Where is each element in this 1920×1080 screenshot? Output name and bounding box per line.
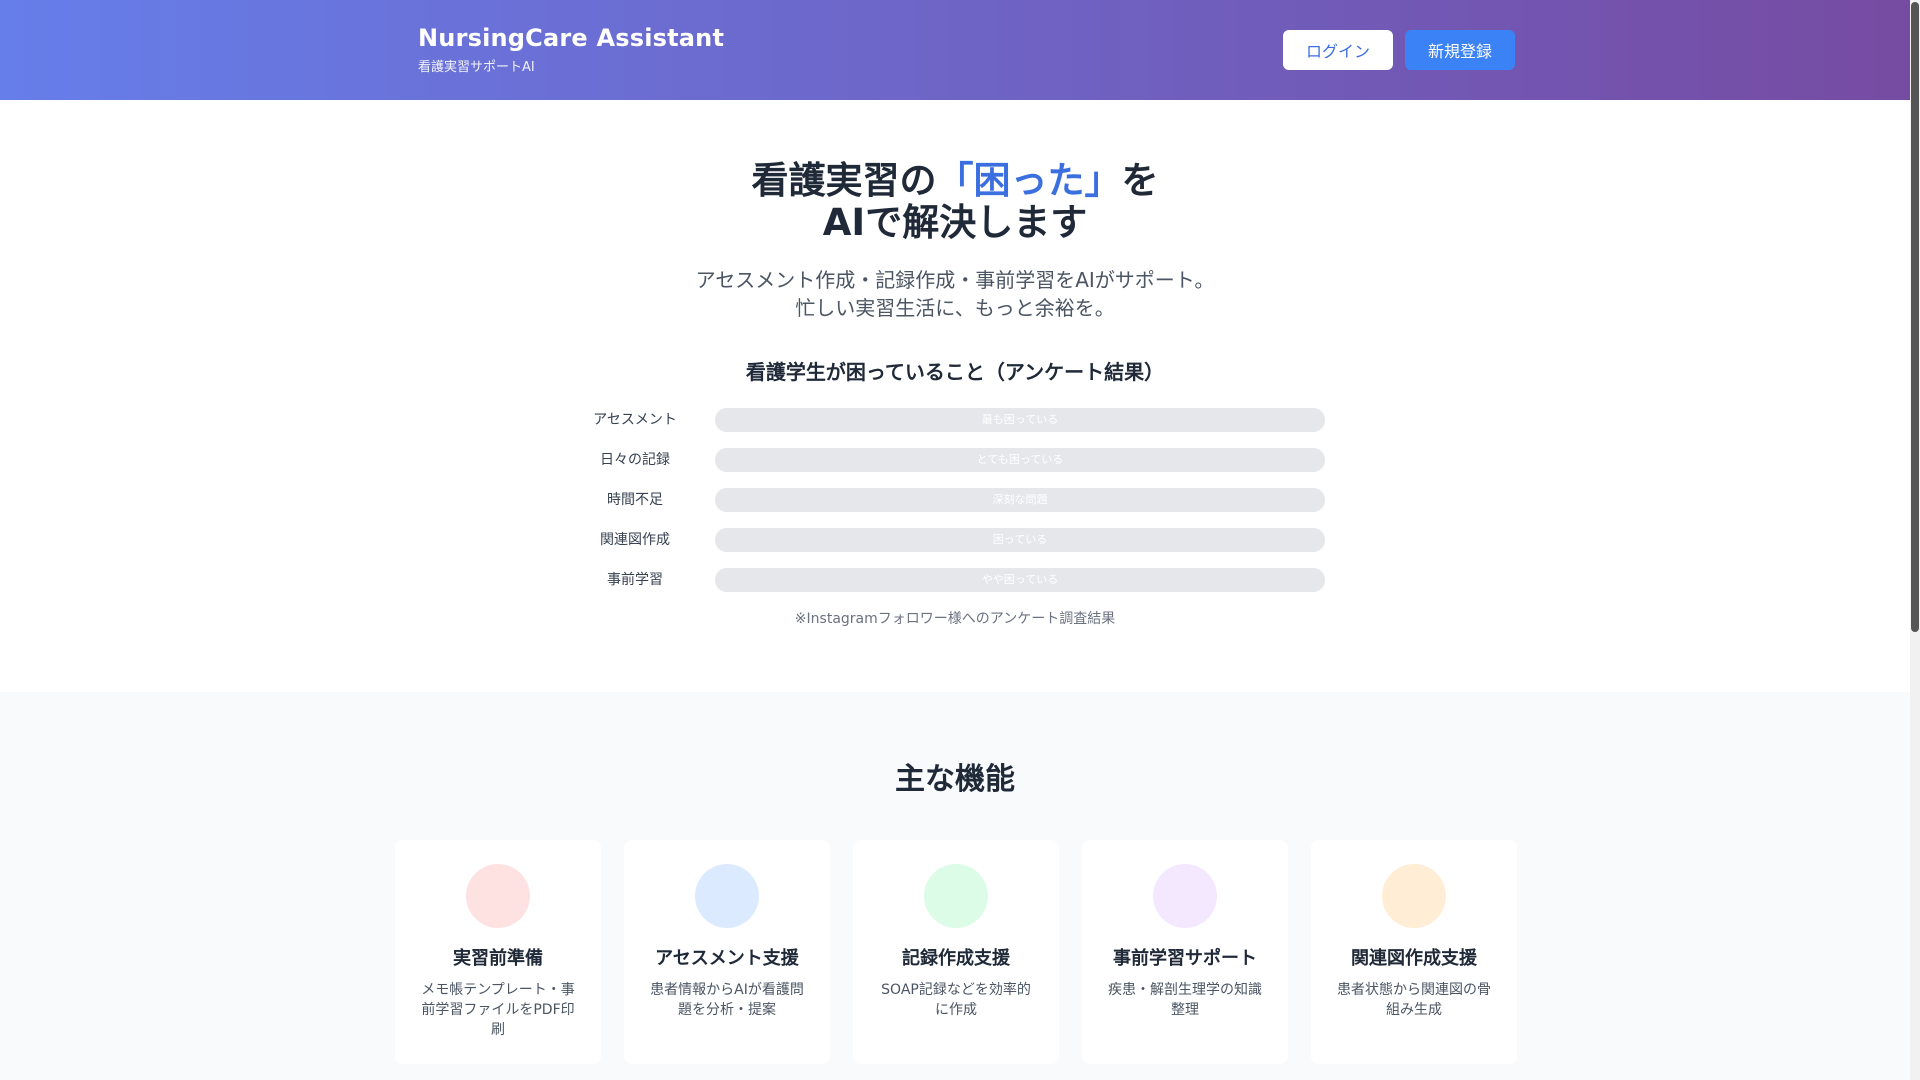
survey-bar-text: やや困っている: [981, 573, 1059, 586]
hero-title-part1: 看護実習の: [751, 159, 937, 202]
hero-description: アセスメント作成・記録作成・事前学習をAIがサポート。 忙しい実習生活に、もっと…: [0, 266, 1910, 322]
scrollbar[interactable]: [1910, 0, 1920, 1080]
survey-title: 看護学生が困っていること（アンケート結果）: [745, 360, 1165, 384]
hero-title-accent: 「困った」: [936, 159, 1122, 202]
hero-desc-line2: 忙しい実習生活に、もっと余裕を。: [795, 296, 1115, 320]
feature-card-description: メモ帳テンプレート・事前学習ファイルをPDF印刷: [421, 982, 575, 1038]
feature-card-title: 記録作成支援: [902, 948, 1010, 969]
scrollbar-thumb[interactable]: [1911, 2, 1919, 632]
features-section: 主な機能 実習前準備 メモ帳テンプレート・事前学習ファイルをPDF印刷 アセスメント…: [0, 692, 1910, 1080]
feature-card-title: 事前学習サポート: [1113, 948, 1257, 969]
survey-bar-track: 最も困っている: [715, 408, 1325, 432]
survey-row-label: 事前学習: [607, 572, 663, 588]
survey-row: 日々の記録 とても困っている: [580, 448, 1325, 472]
feature-card-title: アセスメント支援: [655, 948, 799, 969]
survey-row: 時間不足 深刻な問題: [580, 488, 1325, 512]
hero-desc-line1: アセスメント作成・記録作成・事前学習をAIがサポート。: [695, 268, 1215, 292]
feature-card-description: SOAP記録などを効率的に作成: [881, 982, 1031, 1018]
signup-button[interactable]: 新規登録: [1405, 30, 1515, 70]
survey-row: 関連図作成 困っている: [580, 528, 1325, 552]
hero-title: 看護実習の「困った」を AIで解決します: [0, 160, 1910, 244]
site-header: NursingCare Assistant 看護実習サポートAI ログイン 新規…: [0, 0, 1910, 100]
feature-card-description: 患者状態から関連図の骨組み生成: [1337, 982, 1491, 1018]
survey-bar-text: 最も困っている: [981, 413, 1059, 426]
survey-row-label: 日々の記録: [600, 452, 670, 468]
feature-card[interactable]: 事前学習サポート疾患・解剖生理学の知識整理: [1082, 840, 1288, 1064]
survey-bar-text: 深刻な問題: [992, 493, 1048, 506]
brand-subtitle: 看護実習サポートAI: [418, 60, 535, 75]
survey-bar-text: とても困っている: [976, 453, 1064, 466]
feature-icon: [924, 864, 988, 928]
feature-icon: [695, 864, 759, 928]
feature-card[interactable]: 関連図作成支援患者状態から関連図の骨組み生成: [1311, 840, 1517, 1064]
survey-row-label: 時間不足: [607, 492, 663, 508]
survey-row-label: アセスメント: [593, 412, 677, 428]
brand[interactable]: NursingCare Assistant 看護実習サポートAI: [418, 24, 724, 75]
survey-bar-track: 困っている: [715, 528, 1325, 552]
feature-card[interactable]: 実習前準備メモ帳テンプレート・事前学習ファイルをPDF印刷: [395, 840, 601, 1064]
survey-bar-track: 深刻な問題: [715, 488, 1325, 512]
survey-bar-track: とても困っている: [715, 448, 1325, 472]
login-button[interactable]: ログイン: [1283, 30, 1393, 70]
survey-bar-track: やや困っている: [715, 568, 1325, 592]
feature-card[interactable]: アセスメント支援患者情報からAIが看護問題を分析・提案: [624, 840, 830, 1064]
feature-icon: [1153, 864, 1217, 928]
feature-icon: [466, 864, 530, 928]
survey-row: 事前学習 やや困っている: [580, 568, 1325, 592]
survey-note: ※Instagramフォロワー様へのアンケート調査結果: [794, 611, 1116, 627]
feature-card-title: 関連図作成支援: [1351, 948, 1477, 969]
survey-row: アセスメント 最も困っている: [580, 408, 1325, 432]
feature-icon: [1382, 864, 1446, 928]
feature-card-description: 患者情報からAIが看護問題を分析・提案: [650, 982, 804, 1018]
brand-title: NursingCare Assistant: [418, 24, 725, 52]
feature-card[interactable]: 記録作成支援 SOAP記録などを効率的に作成: [853, 840, 1059, 1064]
hero-title-part2: を: [1121, 159, 1159, 202]
features-title: 主な機能: [895, 762, 1015, 797]
survey-bar-text: 困っている: [992, 533, 1048, 546]
survey-row-label: 関連図作成: [600, 532, 670, 548]
feature-card-description: 疾患・解剖生理学の知識整理: [1108, 982, 1262, 1018]
feature-card-title: 実習前準備: [453, 948, 543, 969]
hero-title-line2: AIで解決します: [822, 201, 1088, 244]
